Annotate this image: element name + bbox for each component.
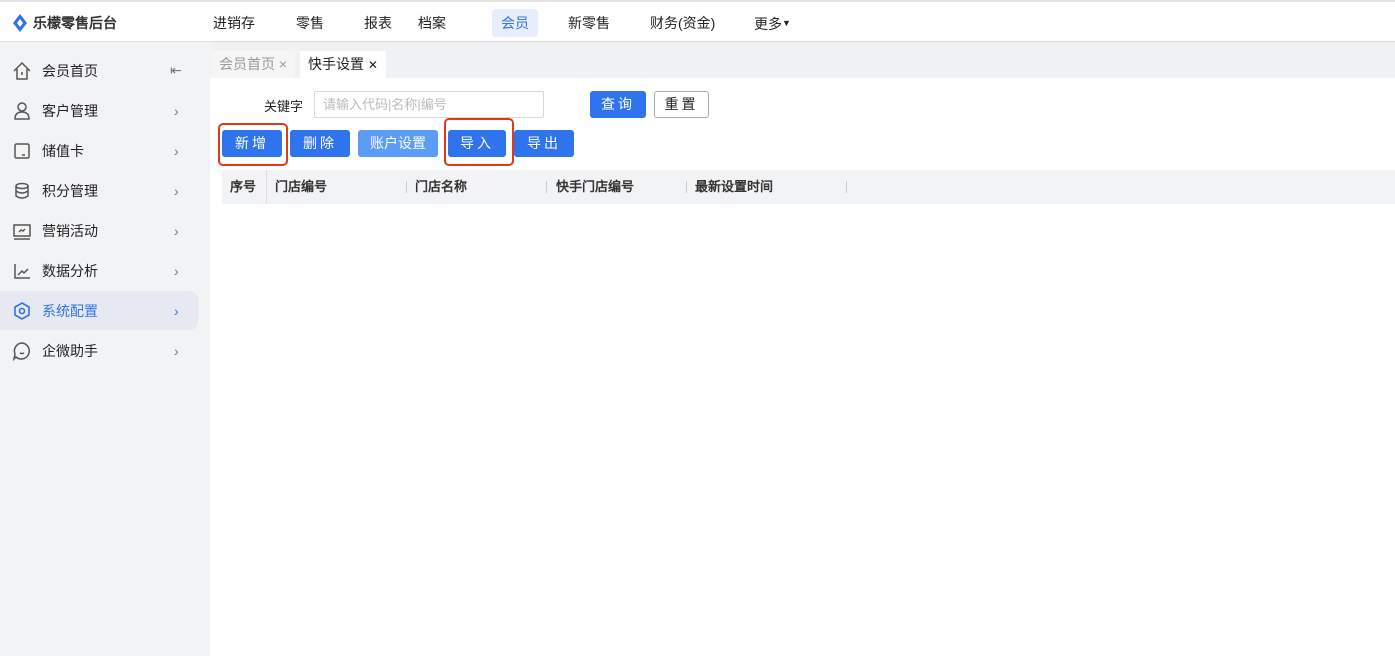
card-icon: [12, 141, 32, 161]
sidebar-item-label: 数据分析: [42, 262, 98, 279]
sidebar-item-label: 营销活动: [42, 222, 98, 239]
keyword-label: 关键字: [264, 99, 304, 114]
nav-more-label: 更多: [754, 16, 782, 32]
nav-more[interactable]: 更多▼: [748, 9, 797, 37]
col-index: 序号: [230, 179, 257, 194]
chevron-right-icon: ›: [174, 182, 179, 199]
collapse-sidebar-icon[interactable]: ⇤: [170, 62, 182, 79]
col-store-name: 门店名称: [415, 179, 468, 194]
column-divider: [266, 170, 267, 204]
sidebar-item-customer[interactable]: 客户管理 ›: [0, 91, 198, 130]
account-settings-button[interactable]: 账户设置: [358, 130, 438, 157]
nav-retail[interactable]: 零售: [290, 9, 330, 37]
sidebar-item-label: 积分管理: [42, 182, 98, 199]
logo-icon: [13, 14, 27, 32]
chevron-right-icon: ›: [174, 342, 179, 359]
col-kuaishou-store-code: 快手门店编号: [556, 179, 635, 194]
line-chart-icon: [12, 261, 32, 281]
home-icon: [12, 61, 32, 81]
tab-label: 快手设置: [308, 56, 364, 72]
chat-icon: [12, 341, 32, 361]
chevron-right-icon: ›: [174, 302, 179, 319]
chevron-right-icon: ›: [174, 222, 179, 239]
monitor-chart-icon: [12, 221, 32, 241]
query-button[interactable]: 查询: [590, 91, 646, 118]
top-bar: 乐檬零售后台 进销存 零售 报表 档案 会员 新零售 财务(资金) 更多▼: [0, 0, 1395, 42]
tab-member-home[interactable]: 会员首页 ×: [211, 51, 296, 78]
highlight-import: [444, 118, 514, 166]
app-title: 乐檬零售后台: [33, 15, 117, 31]
delete-button[interactable]: 删除: [290, 130, 350, 157]
close-icon[interactable]: ✕: [368, 58, 378, 72]
column-resizer[interactable]: [406, 181, 407, 193]
sidebar-item-points[interactable]: 积分管理 ›: [0, 171, 198, 210]
tab-kuaishou-settings[interactable]: 快手设置 ✕: [300, 51, 386, 78]
sidebar-item-wecom[interactable]: 企微助手 ›: [0, 331, 198, 370]
col-last-set-time: 最新设置时间: [695, 179, 774, 194]
sidebar-item-label: 会员首页: [42, 62, 98, 79]
sidebar-item-label: 客户管理: [42, 102, 98, 119]
sidebar-item-label: 系统配置: [42, 302, 98, 319]
reset-button[interactable]: 重置: [654, 91, 709, 118]
column-resizer[interactable]: [546, 181, 547, 193]
sidebar-item-member-home[interactable]: 会员首页 ⇤: [0, 51, 198, 90]
chevron-right-icon: ›: [174, 142, 179, 159]
chevron-right-icon: ›: [174, 262, 179, 279]
highlight-add: [218, 123, 288, 166]
sidebar-item-analytics[interactable]: 数据分析 ›: [0, 251, 198, 290]
tab-bar: [210, 42, 1395, 78]
sidebar: 会员首页 ⇤ 客户管理 › 储值卡 › 积分管理 › 营销活动 › 数据分析 ›…: [0, 42, 210, 656]
user-icon: [12, 101, 32, 121]
table-header: 序号 门店编号 门店名称 快手门店编号 最新设置时间: [222, 170, 1395, 204]
app-logo[interactable]: 乐檬零售后台: [12, 13, 117, 33]
nav-reports[interactable]: 报表: [358, 9, 398, 37]
sidebar-item-label: 储值卡: [42, 142, 84, 159]
chevron-right-icon: ›: [174, 102, 179, 119]
nav-archive[interactable]: 档案: [412, 9, 452, 37]
sidebar-item-system-config[interactable]: 系统配置 ›: [0, 291, 198, 330]
col-store-code: 门店编号: [275, 179, 328, 194]
sidebar-item-marketing[interactable]: 营销活动 ›: [0, 211, 198, 250]
column-resizer[interactable]: [686, 181, 687, 193]
sidebar-item-stored-card[interactable]: 储值卡 ›: [0, 131, 198, 170]
close-icon[interactable]: ×: [279, 56, 287, 72]
database-icon: [12, 181, 32, 201]
tab-label: 会员首页: [219, 56, 275, 72]
export-button[interactable]: 导出: [514, 130, 574, 157]
sidebar-item-label: 企微助手: [42, 342, 98, 359]
nav-member[interactable]: 会员: [492, 9, 538, 37]
column-resizer[interactable]: [846, 181, 847, 193]
nav-finance[interactable]: 财务(资金): [644, 9, 721, 37]
nav-new-retail[interactable]: 新零售: [562, 9, 616, 37]
nav-jinxiaocun[interactable]: 进销存: [207, 9, 261, 37]
keyword-input[interactable]: [314, 91, 544, 118]
settings-hex-icon: [12, 301, 32, 321]
caret-down-icon: ▼: [782, 18, 791, 28]
